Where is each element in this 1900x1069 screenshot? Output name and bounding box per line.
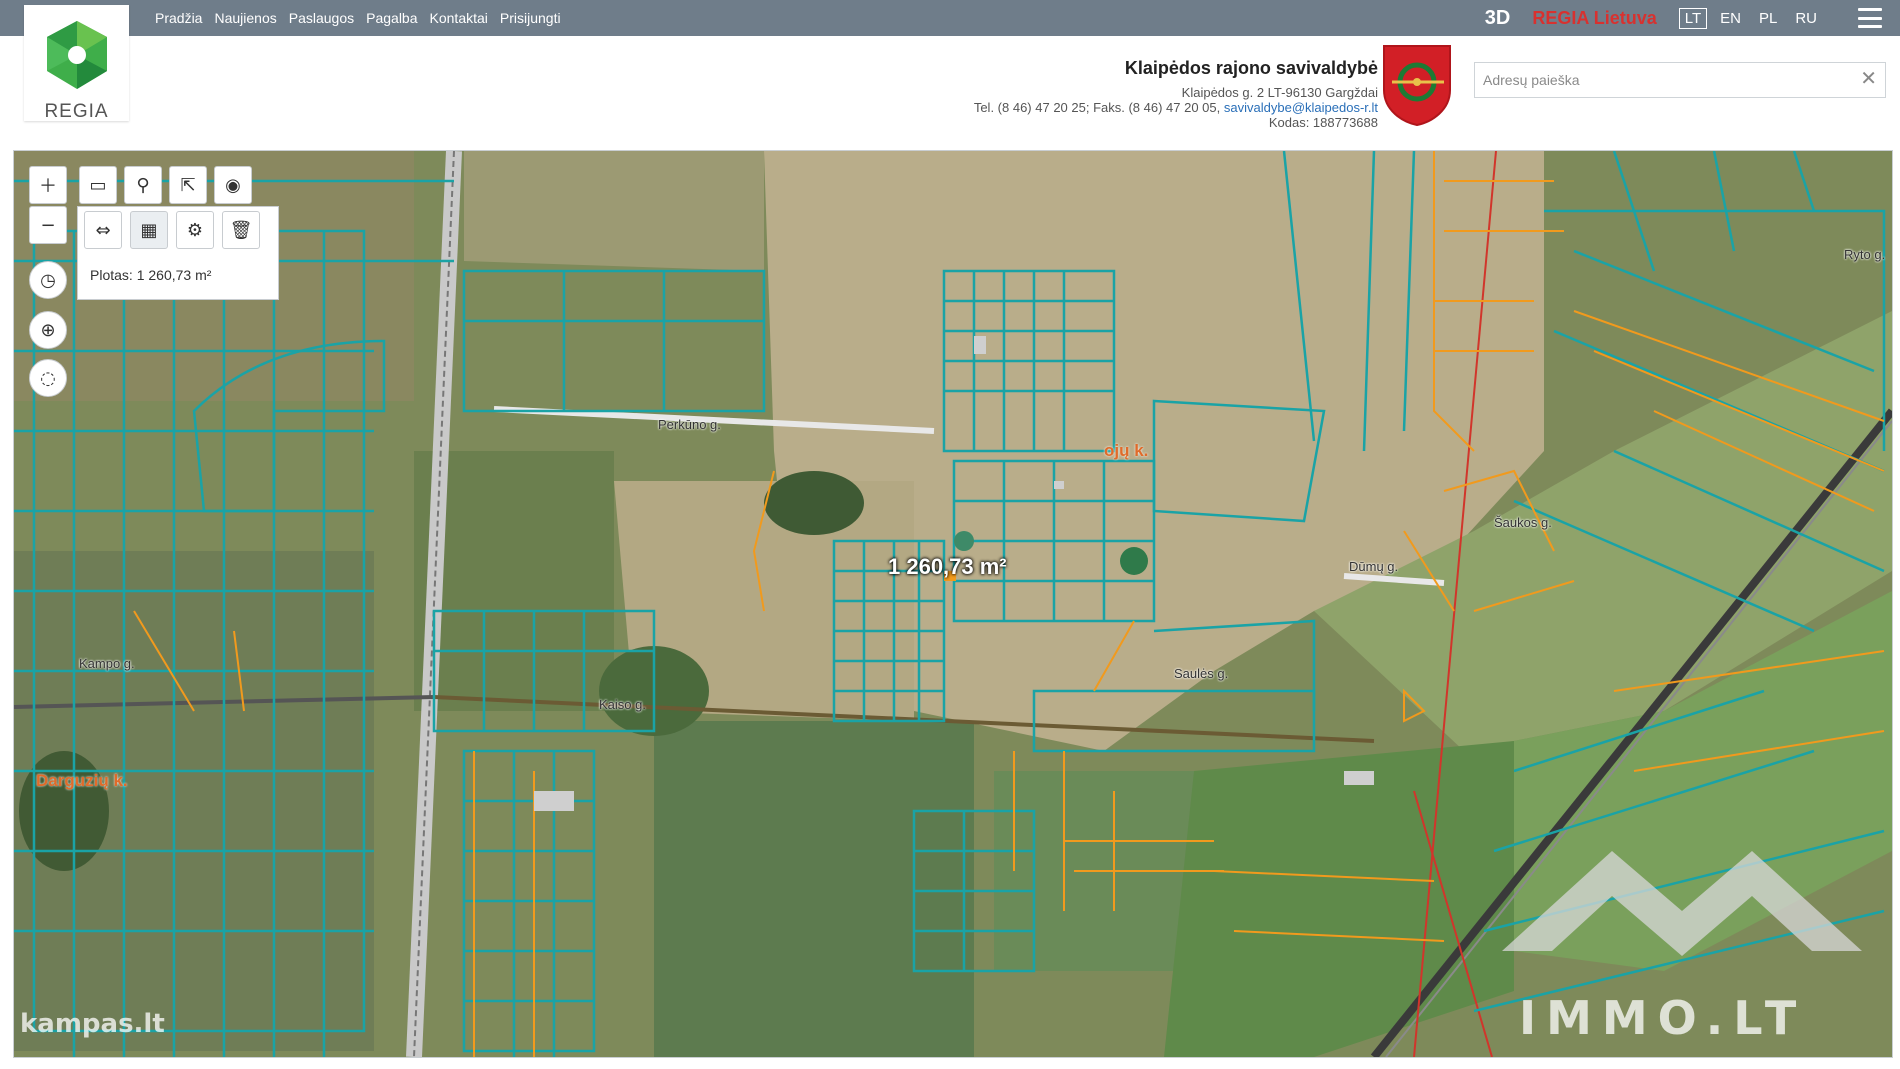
lang-ru[interactable]: RU (1790, 9, 1822, 28)
kampas-watermark: kampas.lt (20, 1009, 165, 1039)
marker-icon[interactable]: ⚲ (124, 166, 162, 204)
road-label-saukos: Šaukos g. (1494, 515, 1552, 530)
village-label: ojų k. (1104, 441, 1149, 460)
nav-pradzia[interactable]: Pradžia (155, 10, 202, 26)
top-navigation-bar: Pradžia Naujienos Paslaugos Pagalba Kont… (0, 0, 1900, 36)
ruler-icon[interactable]: ▭ (79, 166, 117, 204)
village-label-darguziu: Darguzių k. (36, 771, 128, 790)
lasso-select-icon[interactable]: ◌ (29, 359, 67, 397)
nav-pagalba[interactable]: Pagalba (366, 10, 417, 26)
phone-fax: Tel. (8 46) 47 20 25; Faks. (8 46) 47 20… (973, 100, 1221, 115)
export-icon[interactable]: ⇱ (169, 166, 207, 204)
immo-logo-icon (1502, 851, 1862, 956)
coat-of-arms-icon (1383, 45, 1451, 126)
road-label-saules: Saulės g. (1174, 666, 1229, 681)
3d-button[interactable]: 3D (1485, 7, 1511, 30)
municipality-address: Klaipėdos g. 2 LT-96130 Gargždai (1181, 85, 1378, 100)
menu-icon[interactable] (1858, 8, 1882, 28)
zoom-out-button[interactable]: − (29, 206, 67, 244)
road-label-kampo: Kampo g. (79, 656, 135, 671)
nav-paslaugos[interactable]: Paslaugos (289, 10, 354, 26)
email-link[interactable]: savivaldybe@klaipedos-r.lt (1224, 100, 1378, 115)
regia-logo[interactable]: REGIA (24, 5, 129, 122)
zoom-in-button[interactable]: ＋ (29, 166, 67, 204)
logo-text: REGIA (44, 101, 109, 122)
municipality-code: Kodas: 188773688 (1268, 115, 1378, 130)
regia-lietuva-link[interactable]: REGIA Lietuva (1532, 8, 1656, 29)
measure-distance-icon[interactable]: ⇔ (84, 211, 122, 249)
lang-pl[interactable]: PL (1754, 9, 1782, 28)
settings-icon[interactable]: ⚙ (176, 211, 214, 249)
nav-prisijungti[interactable]: Prisijungti (500, 10, 561, 26)
nav-kontaktai[interactable]: Kontaktai (430, 10, 488, 26)
road-label-dumu: Dūmų g. (1349, 559, 1399, 574)
nav-naujienos[interactable]: Naujienos (214, 10, 276, 26)
history-clock-icon[interactable]: ◷ (29, 261, 67, 299)
main-nav: Pradžia Naujienos Paslaugos Pagalba Kont… (155, 0, 573, 36)
area-readout: Plotas: 1 260,73 m² (90, 267, 212, 283)
top-right-tools: 3D REGIA Lietuva LT EN PL RU (1485, 0, 1882, 36)
measure-area-icon[interactable]: ▦ (130, 211, 168, 249)
measure-panel: ⇔ ▦ ⚙ 🗑 Plotas: 1 260,73 m² (77, 206, 279, 300)
clear-search-icon[interactable]: ✕ (1860, 69, 1877, 89)
target-icon[interactable]: ◉ (214, 166, 252, 204)
road-label-perkuno: Perkūno g. (658, 417, 721, 432)
locate-icon[interactable]: ⊕ (29, 311, 67, 349)
municipality-contacts: Tel. (8 46) 47 20 25; Faks. (8 46) 47 20… (974, 100, 1378, 115)
road-label-kaiso: Kaiso g. (599, 697, 646, 712)
regia-logo-icon (47, 21, 107, 89)
road-label-ryto: Ryto g. (1844, 247, 1886, 262)
area-measurement-label: 1 260,73 m² (888, 554, 1007, 579)
lang-lt[interactable]: LT (1678, 7, 1708, 29)
immo-watermark: IMMO.LT (1519, 991, 1807, 1045)
search-input[interactable] (1475, 63, 1851, 97)
trash-icon[interactable]: 🗑 (222, 211, 260, 249)
map-view[interactable]: Perkūno g. ojų k. Dūmų g. Darguzių k. Ka… (13, 150, 1893, 1058)
address-search: ✕ (1474, 62, 1886, 98)
municipality-title: Klaipėdos rajono savivaldybė (1124, 58, 1378, 78)
lang-en[interactable]: EN (1715, 9, 1746, 28)
